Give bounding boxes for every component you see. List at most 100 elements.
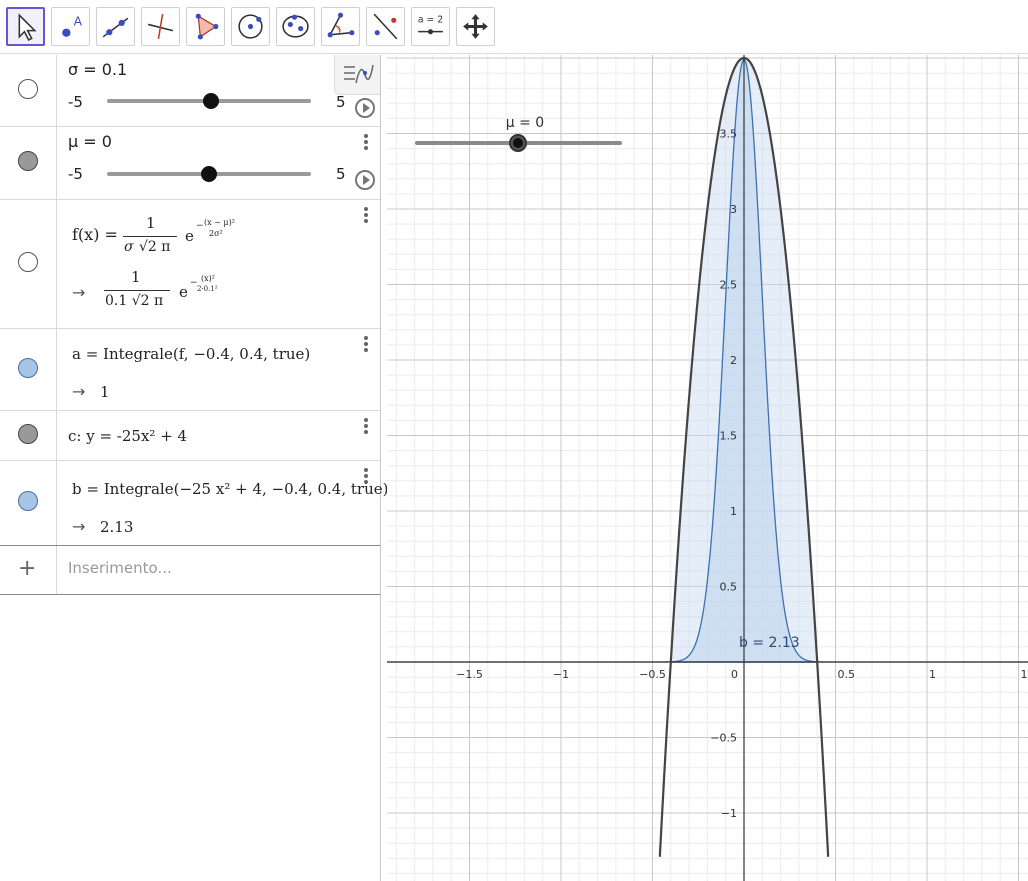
- circle-tool-button[interactable]: [231, 7, 270, 46]
- ellipse-icon: [282, 14, 309, 38]
- reflect-tool-button[interactable]: [366, 7, 405, 46]
- toolbar: A a = 2: [0, 0, 1028, 54]
- sigma-min: -5: [68, 93, 83, 111]
- visibility-toggle-a[interactable]: [18, 358, 38, 378]
- algebra-row-f[interactable]: f(x) = 1 σ √2 π e − (x − μ)² 2σ² → 1 0.1…: [0, 200, 380, 329]
- f-numerator: 1: [146, 214, 156, 232]
- b-result-arrow: →: [72, 517, 86, 536]
- b-value-label: b = 2.13: [739, 635, 800, 651]
- line-icon: [102, 17, 129, 38]
- visibility-toggle-mu[interactable]: [18, 151, 38, 171]
- reflect-icon: [373, 13, 398, 40]
- tick-label: 0.5: [838, 668, 856, 681]
- c-definition: c: y = -25x² + 4: [68, 427, 188, 445]
- a-definition: a = Integrale(f, −0.4, 0.4, true): [72, 345, 311, 363]
- move-graphics-view-tool-button[interactable]: [456, 7, 495, 46]
- tick-label: 1: [730, 505, 737, 518]
- svg-text:A: A: [74, 14, 83, 28]
- tick-label: −1.5: [456, 668, 483, 681]
- perpendicular-icon: [147, 13, 174, 40]
- angle-tool-button[interactable]: [321, 7, 360, 46]
- tick-label: 2: [730, 354, 737, 367]
- cursor-arrow-icon: [18, 13, 37, 41]
- algebra-row-c[interactable]: c: y = -25x² + 4: [0, 411, 380, 461]
- slider-tool-button[interactable]: a = 2: [411, 7, 450, 46]
- mu-graphics-slider-knob-center: [513, 138, 523, 148]
- graphics-canvas[interactable]: −1.5−1−0.500.511.50.511.522.533.5−0.5−1 …: [387, 55, 1028, 881]
- tick-label: 1.5: [1021, 668, 1028, 681]
- b-definition: b = Integrale(−25 x² + 4, −0.4, 0.4, tru…: [72, 480, 389, 498]
- b-result-value: 2.13: [100, 518, 134, 536]
- tick-label: 1: [929, 668, 936, 681]
- f-result-fraction-bar: [104, 290, 170, 291]
- algebra-input-row[interactable]: + Inserimento...: [0, 546, 380, 595]
- ellipse-tool-button[interactable]: [276, 7, 315, 46]
- move-tool-button[interactable]: [6, 7, 45, 46]
- line-tool-button[interactable]: [96, 7, 135, 46]
- a-result-arrow: →: [72, 382, 86, 401]
- algebra-row-sigma[interactable]: σ = 0.1 -5 5: [0, 55, 380, 127]
- polygon-icon: [195, 13, 219, 40]
- f-result-arrow: →: [72, 283, 86, 302]
- slider-icon: a = 2: [418, 14, 443, 35]
- tick-label: 3: [730, 203, 737, 216]
- sigma-max: 5: [336, 93, 346, 111]
- tick-label: 2.5: [720, 279, 738, 292]
- tick-label: −1: [553, 668, 569, 681]
- algebra-row-b[interactable]: b = Integrale(−25 x² + 4, −0.4, 0.4, tru…: [0, 461, 388, 546]
- mu-min: -5: [68, 165, 83, 183]
- sigma-play-button[interactable]: [355, 98, 375, 118]
- sigma-slider-knob[interactable]: [203, 93, 220, 109]
- point-icon: A: [62, 14, 83, 37]
- f-menu-icon[interactable]: [360, 206, 372, 226]
- f-result-exp-num: (x)²: [201, 274, 215, 283]
- mu-max: 5: [336, 165, 346, 183]
- c-menu-icon[interactable]: [360, 417, 372, 437]
- tick-label: 0.5: [720, 581, 738, 594]
- mu-menu-icon[interactable]: [360, 133, 372, 153]
- circle-icon: [238, 14, 263, 39]
- f-result-exp-den: 2·0.1²: [197, 285, 218, 293]
- visibility-toggle-c[interactable]: [18, 424, 38, 444]
- f-fraction-bar: [123, 236, 177, 237]
- f-den-root: √2 π: [139, 239, 171, 255]
- a-result-value: 1: [100, 383, 110, 401]
- tick-label: −0.5: [639, 668, 666, 681]
- angle-icon: [327, 12, 355, 38]
- tick-label: 3.5: [720, 128, 738, 141]
- f-exp-den: 2σ²: [209, 229, 223, 238]
- tick-label: −1: [721, 807, 737, 820]
- f-den-sigma: σ: [124, 239, 134, 255]
- f-result-den: 0.1 √2 π: [105, 293, 164, 309]
- move-arrows-icon: [463, 14, 488, 39]
- f-exp-num: (x − μ)²: [204, 218, 235, 227]
- tick-label: 1.5: [720, 430, 738, 443]
- f-result-num: 1: [131, 268, 141, 286]
- f-result-e: e: [179, 283, 188, 301]
- mu-slider-knob[interactable]: [201, 166, 217, 182]
- tick-label: 0: [731, 668, 738, 681]
- f-e: e: [185, 227, 194, 245]
- point-tool-button[interactable]: A: [51, 7, 90, 46]
- algebra-row-a[interactable]: a = Integrale(f, −0.4, 0.4, true) → 1: [0, 329, 380, 411]
- visibility-toggle-sigma[interactable]: [18, 79, 38, 99]
- visibility-toggle-b[interactable]: [18, 491, 38, 511]
- svg-text:a = 2: a = 2: [418, 14, 443, 25]
- visibility-toggle-f[interactable]: [18, 252, 38, 272]
- algebra-row-mu[interactable]: μ = 0 -5 5: [0, 127, 380, 200]
- graph-style-icon: [344, 64, 374, 84]
- algebra-view: σ = 0.1 -5 5 μ = 0 -5 5 f(x) = 1 σ √2 π …: [0, 55, 388, 881]
- polygon-tool-button[interactable]: [186, 7, 225, 46]
- f-lhs: f(x) =: [72, 225, 118, 244]
- tick-label: −0.5: [710, 732, 737, 745]
- sigma-label: σ = 0.1: [68, 60, 128, 79]
- perpendicular-line-tool-button[interactable]: [141, 7, 180, 46]
- algebra-input-field[interactable]: Inserimento...: [68, 559, 172, 577]
- style-bar-toggle[interactable]: [334, 55, 380, 95]
- mu-graphics-slider-label: μ = 0: [506, 115, 544, 131]
- mu-play-button[interactable]: [355, 170, 375, 190]
- mu-label: μ = 0: [68, 132, 112, 151]
- graphics-view[interactable]: −1.5−1−0.500.511.50.511.522.533.5−0.5−1 …: [387, 55, 1028, 881]
- add-icon[interactable]: +: [18, 556, 36, 581]
- a-menu-icon[interactable]: [360, 335, 372, 355]
